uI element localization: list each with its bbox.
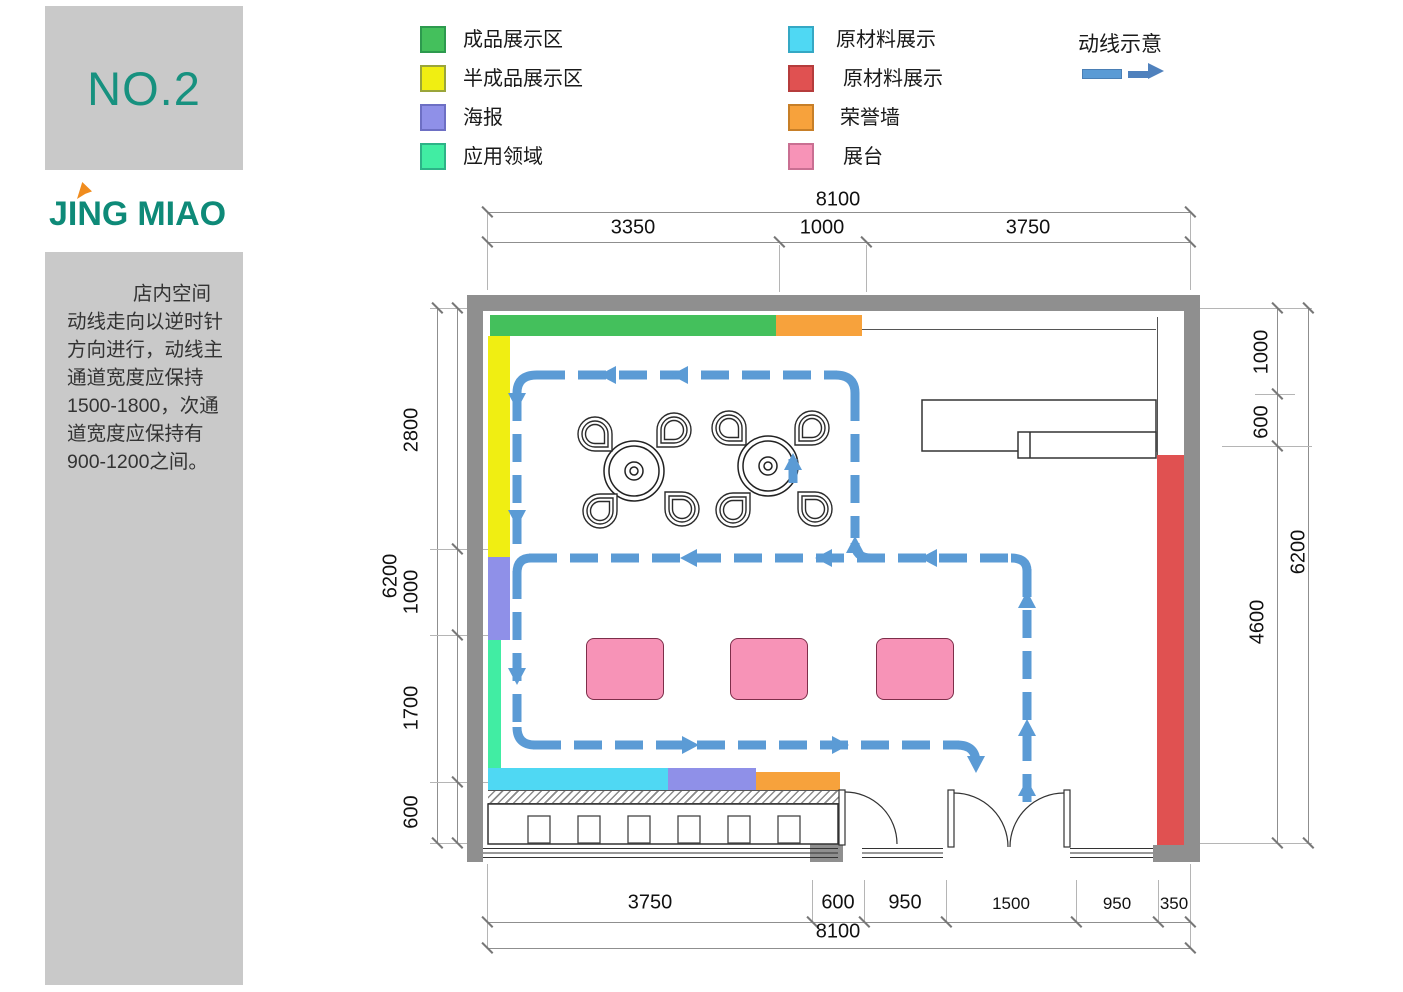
dim-bottom-seg: 350	[1160, 894, 1188, 914]
storefront-window	[483, 849, 1153, 858]
legend-swatch-semifinished	[420, 65, 446, 92]
legend-swatch-rawmaterial-red	[788, 65, 814, 92]
dim-left-overall: 6200	[380, 554, 403, 599]
description-box: 店内空间动线走向以逆时针方向进行，动线主通道宽度应保持1500-1800，次通道…	[45, 252, 243, 985]
legend-label: 成品展示区	[463, 27, 563, 54]
reception-counter	[922, 400, 1156, 458]
dim-bottom-seg: 600	[821, 892, 854, 915]
entry-door-double	[948, 790, 1070, 847]
dim-bottom-seg: 3750	[628, 892, 673, 915]
legend-label: 原材料展示	[836, 27, 936, 54]
legend-label: 半成品展示区	[463, 66, 583, 93]
legend-swatch-poster	[420, 104, 446, 131]
chair	[795, 411, 829, 445]
brand-logo: JINGMIAO	[47, 182, 243, 240]
chair	[583, 494, 617, 528]
dimension-line	[487, 212, 1190, 213]
legend-swatch-honorwall	[788, 104, 814, 131]
dimension-line	[487, 242, 1190, 243]
plan-lineart	[467, 295, 1200, 862]
slide: { "sidebar": { "page_number": "NO.2", "b…	[0, 0, 1403, 992]
dim-bottom-seg: 1500	[992, 894, 1030, 914]
chair	[657, 413, 691, 447]
dimension-line	[1277, 308, 1278, 843]
counter-case	[528, 816, 550, 843]
chair	[665, 492, 699, 526]
dim-top-seg: 1000	[800, 217, 845, 240]
legend-swatch-finished	[420, 26, 446, 53]
chair	[798, 492, 832, 526]
legend-label: 荣誉墙	[840, 105, 900, 132]
dim-right-overall: 6200	[1288, 530, 1311, 575]
dimension-line	[487, 948, 1190, 949]
flow-arrowhead-icon	[1148, 63, 1164, 79]
dim-right-seg: 1000	[1251, 330, 1274, 375]
legend-label: 应用领域	[463, 144, 543, 171]
counter-case	[678, 816, 700, 843]
chair	[716, 493, 750, 527]
counter-case	[628, 816, 650, 843]
dim-right-seg: 600	[1251, 405, 1274, 438]
legend-swatch-stand	[788, 143, 814, 170]
side-door	[839, 790, 897, 845]
dim-top-seg: 3750	[1006, 217, 1051, 240]
slide-number: NO.2	[87, 61, 201, 116]
dim-left-seg: 1700	[401, 686, 424, 731]
dim-left-seg: 600	[401, 795, 424, 828]
dim-right-seg: 4600	[1247, 600, 1270, 645]
display-counter	[488, 804, 838, 844]
logo-text: JINGMIAO	[49, 195, 226, 234]
dimension-line	[1308, 308, 1309, 843]
legend-swatch-application	[420, 143, 446, 170]
dim-left-seg: 2800	[401, 408, 424, 453]
dim-top-seg: 3350	[611, 217, 656, 240]
legend-label: 展台	[843, 144, 883, 171]
chair	[578, 417, 612, 451]
dimension-line	[457, 308, 458, 843]
dim-top-overall: 8100	[816, 189, 861, 212]
description-text: 店内空间动线走向以逆时针方向进行，动线主通道宽度应保持1500-1800，次通道…	[45, 252, 243, 476]
dim-bottom-seg: 950	[1103, 894, 1131, 914]
slide-number-box: NO.2	[45, 6, 243, 170]
dim-bottom-seg: 950	[888, 892, 921, 915]
legend-label: 原材料展示	[843, 66, 943, 93]
flow-arrow-icon	[1128, 71, 1148, 78]
flow-dash-icon	[1082, 69, 1122, 79]
counter-case	[728, 816, 750, 843]
legend-label: 海报	[463, 105, 503, 132]
dim-left-seg: 1000	[401, 570, 424, 615]
dimension-line	[437, 308, 438, 843]
counter-case	[778, 816, 800, 843]
floor-plan	[467, 295, 1200, 862]
counter-case	[578, 816, 600, 843]
dim-bottom-overall: 8100	[816, 921, 861, 944]
chair	[712, 411, 746, 445]
legend-swatch-rawmaterial-cyan	[788, 26, 814, 53]
flow-legend-label: 动线示意	[1078, 28, 1162, 58]
round-table	[604, 441, 664, 501]
